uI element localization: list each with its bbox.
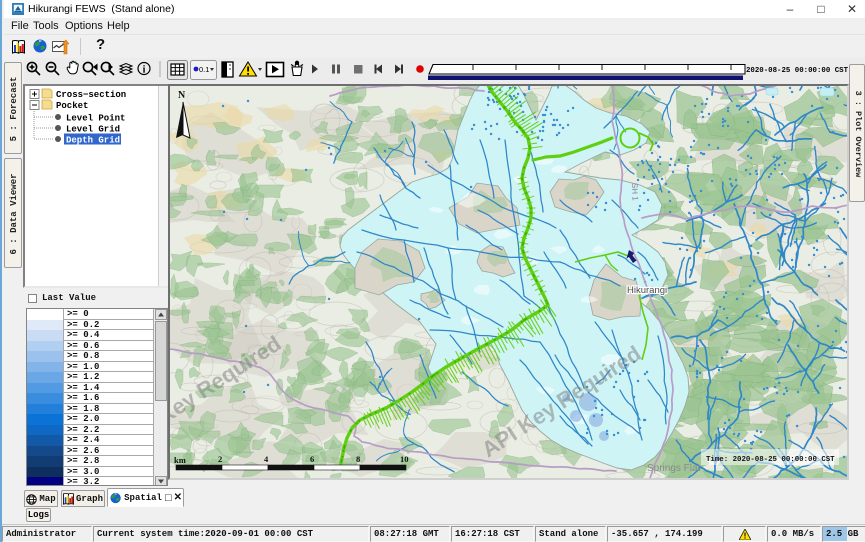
svg-text:Level Point: Level Point bbox=[66, 114, 125, 124]
svg-text:2020-08-25 00:00:00 CST: 2020-08-25 00:00:00 CST bbox=[746, 67, 849, 75]
svg-text:Level Grid: Level Grid bbox=[66, 125, 120, 135]
svg-text:km: km bbox=[174, 455, 186, 465]
svg-text:Hikurangi: Hikurangi bbox=[627, 285, 667, 296]
svg-text:i: i bbox=[143, 65, 146, 76]
svg-text:Depth Grid: Depth Grid bbox=[66, 136, 120, 146]
svg-text:SH 1: SH 1 bbox=[630, 183, 640, 202]
svg-text:10: 10 bbox=[400, 454, 409, 464]
svg-text:6: 6 bbox=[310, 454, 314, 464]
svg-text:Springs Flat: Springs Flat bbox=[647, 463, 701, 474]
svg-text:Pocket: Pocket bbox=[56, 101, 88, 111]
svg-text:8: 8 bbox=[356, 454, 360, 464]
svg-text:N: N bbox=[178, 90, 186, 101]
svg-text:2: 2 bbox=[218, 454, 222, 464]
svg-text:Time: 2020-08-25 00:00:00 CST: Time: 2020-08-25 00:00:00 CST bbox=[706, 456, 835, 464]
svg-text:0.1: 0.1 bbox=[199, 65, 209, 74]
svg-text:Cross−section: Cross−section bbox=[56, 90, 126, 100]
